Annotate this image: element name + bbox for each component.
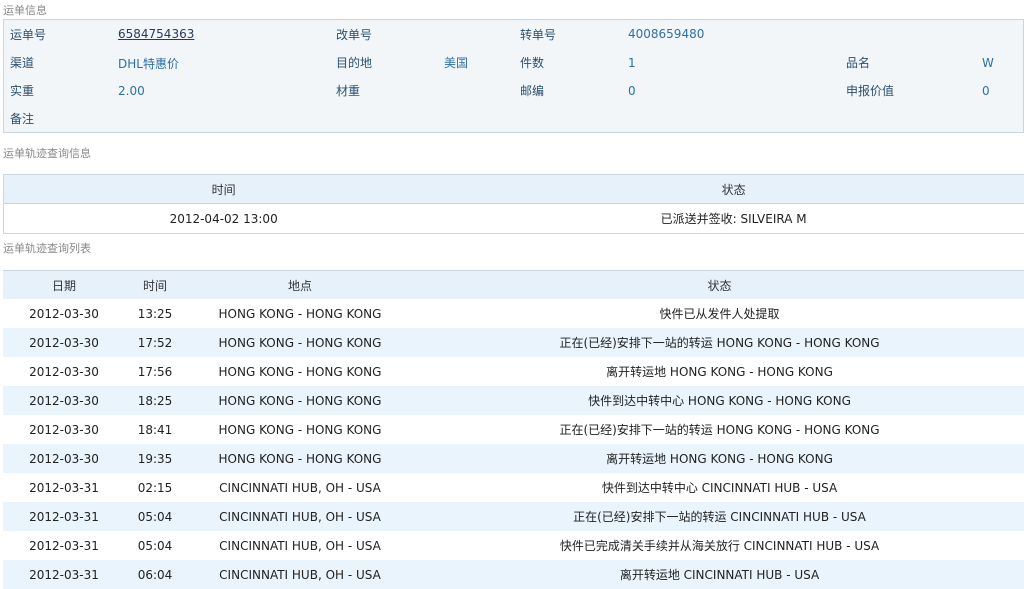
table-row: 2012-03-3018:25HONG KONG - HONG KONG快件到达…: [3, 386, 1024, 415]
location-cell: CINCINNATI HUB, OH - USA: [185, 560, 415, 589]
status-value-cell: 已派送并签收: SILVEIRA M: [443, 204, 1024, 234]
table-row: 2012-03-3017:52HONG KONG - HONG KONG正在(已…: [3, 328, 1024, 357]
table-row: 2012-03-3106:04CINCINNATI HUB, OH - USA离…: [3, 560, 1024, 589]
table-row: 2012-03-3102:15CINCINNATI HUB, OH - USA快…: [3, 473, 1024, 502]
table-row: 2012-03-3018:41HONG KONG - HONG KONG正在(已…: [3, 415, 1024, 444]
zip-label: 邮编: [520, 82, 544, 99]
trace-list-header-row: 日期 时间 地点 状态: [3, 271, 1024, 300]
table-row: 2012-03-3019:35HONG KONG - HONG KONG离开转运…: [3, 444, 1024, 473]
table-row: 2012-03-3105:04CINCINNATI HUB, OH - USA正…: [3, 502, 1024, 531]
location-cell: HONG KONG - HONG KONG: [185, 357, 415, 386]
weight-label: 实重: [10, 82, 34, 99]
table-row: 2012-03-3105:04CINCINNATI HUB, OH - USA快…: [3, 531, 1024, 560]
header-date: 日期: [3, 271, 125, 300]
date-cell: 2012-03-30: [3, 328, 125, 357]
location-cell: HONG KONG - HONG KONG: [185, 299, 415, 328]
waybill-number-link[interactable]: 6584754363: [118, 27, 194, 41]
date-cell: 2012-03-31: [3, 473, 125, 502]
status-cell: 快件已从发件人处提取: [415, 299, 1024, 328]
status-cell: 快件已完成清关手续并从海关放行 CINCINNATI HUB - USA: [415, 531, 1024, 560]
table-row: 2012-03-3017:56HONG KONG - HONG KONG离开转运…: [3, 357, 1024, 386]
time-cell: 05:04: [125, 502, 185, 531]
header-status: 状态: [415, 271, 1024, 300]
date-cell: 2012-03-30: [3, 357, 125, 386]
location-cell: CINCINNATI HUB, OH - USA: [185, 473, 415, 502]
time-cell: 19:35: [125, 444, 185, 473]
remark-label: 备注: [10, 110, 34, 127]
status-cell: 正在(已经)安排下一站的转运 HONG KONG - HONG KONG: [415, 415, 1024, 444]
status-cell: 正在(已经)安排下一站的转运 CINCINNATI HUB - USA: [415, 502, 1024, 531]
date-cell: 2012-03-30: [3, 444, 125, 473]
destination-value: 美国: [444, 54, 468, 71]
trace-status-row: 2012-04-02 13:00 已派送并签收: SILVEIRA M: [4, 204, 1024, 234]
status-cell: 快件到达中转中心 HONG KONG - HONG KONG: [415, 386, 1024, 415]
date-cell: 2012-03-31: [3, 502, 125, 531]
zip-value: 0: [628, 84, 636, 98]
location-cell: CINCINNATI HUB, OH - USA: [185, 531, 415, 560]
status-cell: 正在(已经)安排下一站的转运 HONG KONG - HONG KONG: [415, 328, 1024, 357]
date-cell: 2012-03-31: [3, 531, 125, 560]
status-cell: 快件到达中转中心 CINCINNATI HUB - USA: [415, 473, 1024, 502]
location-cell: HONG KONG - HONG KONG: [185, 386, 415, 415]
time-cell: 06:04: [125, 560, 185, 589]
volume-weight-label: 材重: [336, 82, 360, 99]
status-cell: 离开转运地 CINCINNATI HUB - USA: [415, 560, 1024, 589]
date-cell: 2012-03-31: [3, 560, 125, 589]
pieces-value: 1: [628, 56, 636, 70]
pieces-label: 件数: [520, 54, 544, 71]
declared-value-value: 0: [982, 84, 990, 98]
trace-status-header-row: 时间 状态: [4, 175, 1024, 204]
header-status: 状态: [443, 175, 1024, 204]
location-cell: CINCINNATI HUB, OH - USA: [185, 502, 415, 531]
time-cell: 17:52: [125, 328, 185, 357]
product-value: W: [982, 56, 994, 70]
trace-info-title: 运单轨迹查询信息: [0, 145, 91, 163]
time-cell: 05:04: [125, 531, 185, 560]
date-cell: 2012-03-30: [3, 386, 125, 415]
time-cell: 18:25: [125, 386, 185, 415]
header-time: 时间: [4, 175, 444, 204]
trace-list-title: 运单轨迹查询列表: [0, 240, 91, 258]
destination-label: 目的地: [336, 54, 372, 71]
trace-list-table: 日期 时间 地点 状态 2012-03-3013:25HONG KONG - H…: [3, 270, 1024, 589]
product-label: 品名: [846, 54, 870, 71]
status-cell: 离开转运地 HONG KONG - HONG KONG: [415, 357, 1024, 386]
waybill-info-title: 运单信息: [0, 2, 47, 20]
change-number-label: 改单号: [336, 26, 372, 43]
trace-list-body: 2012-03-3013:25HONG KONG - HONG KONG快件已从…: [3, 299, 1024, 589]
header-location: 地点: [185, 271, 415, 300]
status-time-cell: 2012-04-02 13:00: [4, 204, 444, 234]
date-cell: 2012-03-30: [3, 415, 125, 444]
trace-status-table: 时间 状态 2012-04-02 13:00 已派送并签收: SILVEIRA …: [3, 174, 1024, 234]
weight-value: 2.00: [118, 84, 145, 98]
time-cell: 13:25: [125, 299, 185, 328]
time-cell: 17:56: [125, 357, 185, 386]
transfer-number-label: 转单号: [520, 26, 556, 43]
transfer-number-value: 4008659480: [628, 27, 704, 41]
location-cell: HONG KONG - HONG KONG: [185, 415, 415, 444]
location-cell: HONG KONG - HONG KONG: [185, 444, 415, 473]
location-cell: HONG KONG - HONG KONG: [185, 328, 415, 357]
date-cell: 2012-03-30: [3, 299, 125, 328]
time-cell: 02:15: [125, 473, 185, 502]
table-row: 2012-03-3013:25HONG KONG - HONG KONG快件已从…: [3, 299, 1024, 328]
declared-value-label: 申报价值: [846, 82, 894, 99]
waybill-info-panel: 运单号 6584754363 改单号 转单号 4008659480 渠道 DHL…: [3, 19, 1024, 133]
waybill-label: 运单号: [10, 26, 46, 43]
header-time: 时间: [125, 271, 185, 300]
channel-value: DHL特惠价: [118, 55, 179, 72]
channel-label: 渠道: [10, 54, 34, 71]
status-cell: 离开转运地 HONG KONG - HONG KONG: [415, 444, 1024, 473]
time-cell: 18:41: [125, 415, 185, 444]
